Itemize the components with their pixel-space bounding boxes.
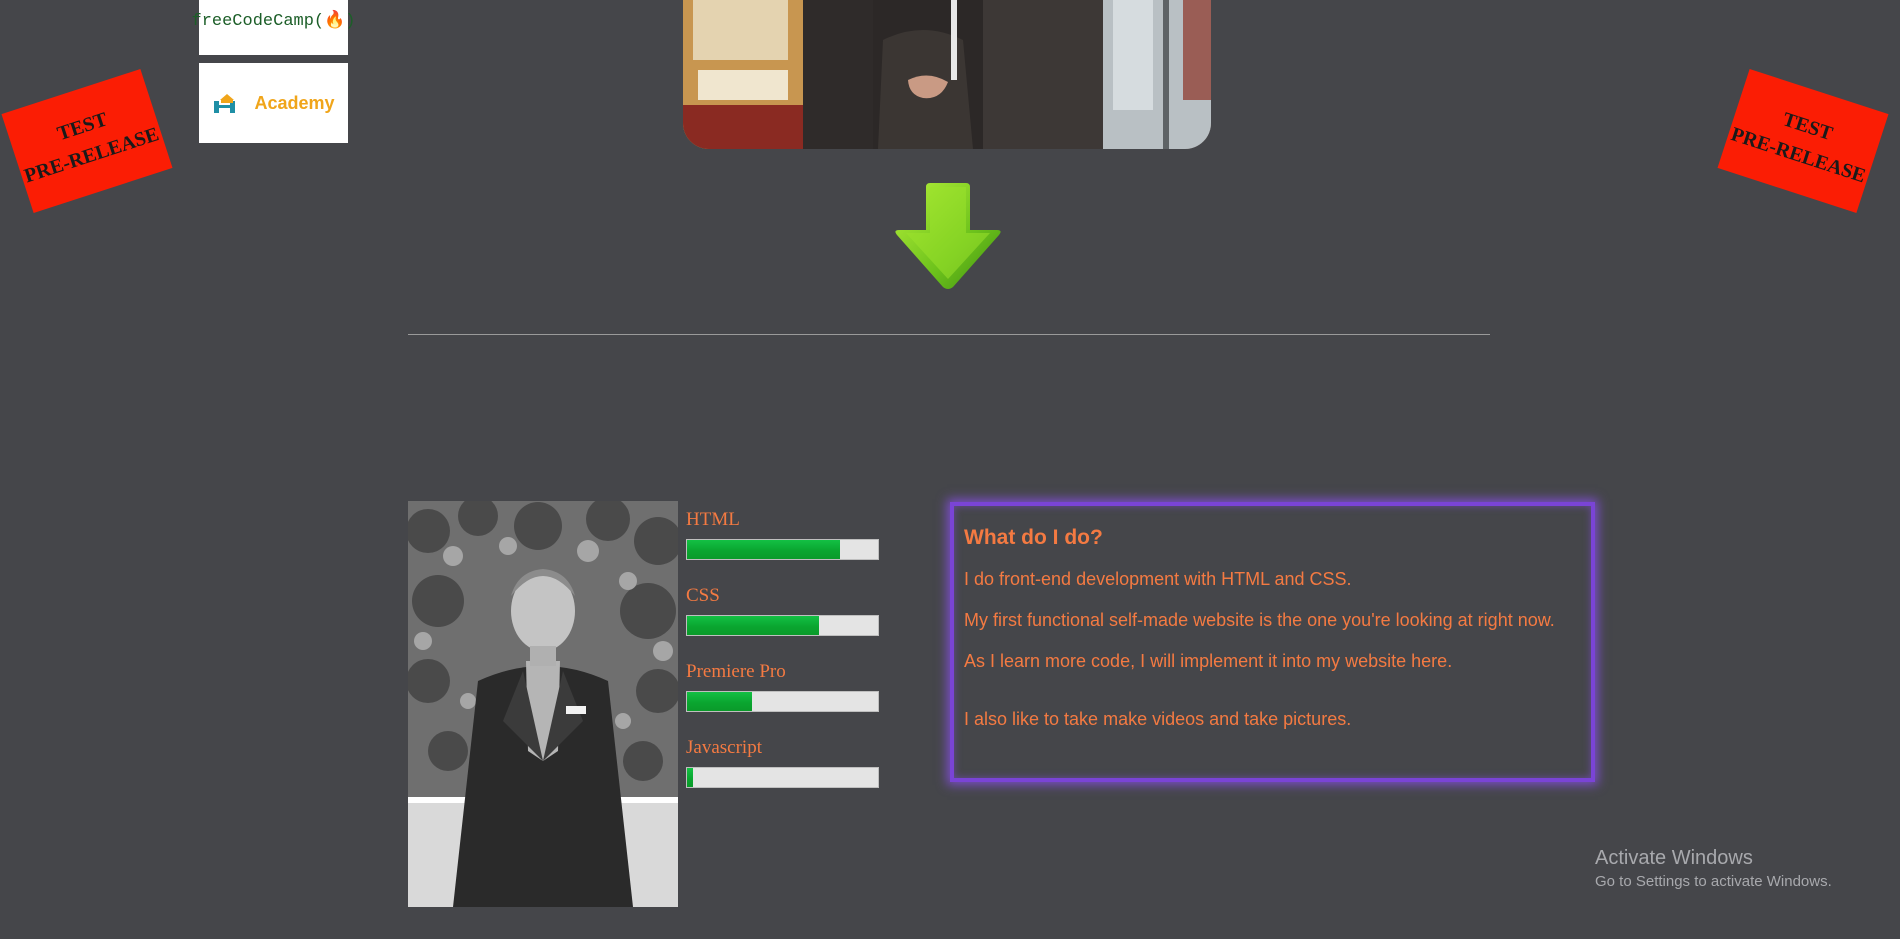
skill-html: HTML bbox=[686, 509, 886, 560]
skill-css: CSS bbox=[686, 585, 886, 636]
skill-progress-fill bbox=[687, 768, 693, 787]
about-line-1: I do front-end development with HTML and… bbox=[964, 569, 1352, 589]
portrait-photo bbox=[408, 501, 678, 907]
freecodecamp-logo-text: freeCodeCamp(🔥) bbox=[191, 12, 356, 31]
academy-building-icon bbox=[214, 94, 236, 113]
skill-progress-bar bbox=[686, 691, 879, 712]
skills-list: HTML CSS Premiere Pro Javascript bbox=[686, 509, 886, 813]
skill-progress-bar bbox=[686, 539, 879, 560]
activate-windows-watermark: Activate Windows Go to Settings to activ… bbox=[1595, 846, 1832, 892]
section-divider bbox=[408, 334, 1490, 335]
test-pre-release-stamp-left: TEST PRE-RELEASE bbox=[1, 68, 173, 214]
skill-name: Javascript bbox=[686, 737, 762, 758]
about-heading: What do I do? bbox=[964, 526, 1103, 549]
skill-progress-bar bbox=[686, 615, 879, 636]
skill-premiere-pro: Premiere Pro bbox=[686, 661, 886, 712]
about-box: What do I do? I do front-end development… bbox=[950, 502, 1595, 782]
skill-name: Premiere Pro bbox=[686, 661, 786, 682]
skill-progress-fill bbox=[687, 692, 752, 711]
test-pre-release-stamp-right: TEST PRE-RELEASE bbox=[1717, 68, 1889, 214]
skill-progress-fill bbox=[687, 540, 840, 559]
skill-name: HTML bbox=[686, 509, 740, 530]
top-photo bbox=[683, 0, 1211, 149]
about-line-3: As I learn more code, I will implement i… bbox=[964, 651, 1453, 671]
top-photo-illustration bbox=[683, 0, 1211, 149]
portrait-illustration bbox=[408, 501, 678, 907]
stamp-line-test: TEST bbox=[54, 108, 111, 146]
activate-windows-title: Activate Windows bbox=[1595, 847, 1753, 869]
activate-windows-subtitle: Go to Settings to activate Windows. bbox=[1595, 873, 1832, 890]
academy-logo-link[interactable]: Academy bbox=[199, 63, 348, 143]
about-line-2: My first functional self-made website is… bbox=[964, 610, 1555, 630]
skill-progress-bar bbox=[686, 767, 879, 788]
stamp-line-test: TEST bbox=[1779, 108, 1836, 146]
page: TEST PRE-RELEASE TEST PRE-RELEASE freeCo… bbox=[0, 0, 1900, 939]
skill-name: CSS bbox=[686, 585, 720, 606]
freecodecamp-logo-link[interactable]: freeCodeCamp(🔥) bbox=[192, 0, 356, 55]
about-line-4: I also like to take make videos and take… bbox=[964, 709, 1352, 729]
academy-logo-text: Academy bbox=[254, 92, 335, 113]
skill-javascript: Javascript bbox=[686, 737, 886, 788]
skill-progress-fill bbox=[687, 616, 819, 635]
arrow-down-icon bbox=[895, 183, 1001, 289]
scroll-down-arrow-link[interactable] bbox=[893, 183, 1003, 291]
